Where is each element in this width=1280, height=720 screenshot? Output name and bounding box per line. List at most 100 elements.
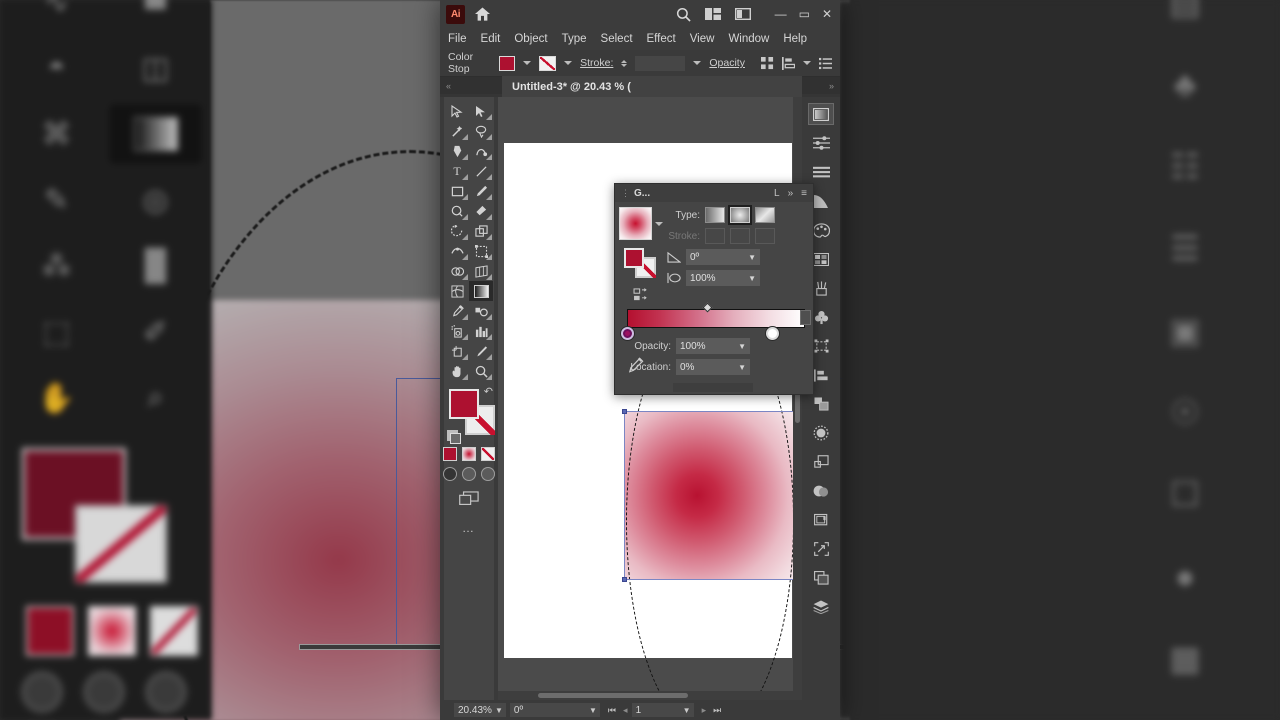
hand-tool[interactable] — [445, 361, 469, 381]
stroke-chevron-down-icon[interactable] — [564, 61, 573, 65]
first-artboard-button[interactable]: ⏮ — [608, 705, 616, 716]
align-icon[interactable] — [781, 56, 795, 70]
menu-item-view[interactable]: View — [690, 33, 715, 45]
last-artboard-button[interactable]: ⏭ — [713, 705, 721, 716]
rotation-field[interactable]: 0º ▼ — [509, 703, 600, 717]
collapse-left-icon[interactable]: « — [446, 81, 451, 91]
swap-fill-stroke-icon[interactable]: ↶ — [484, 385, 493, 398]
angle-chevron-down-icon[interactable]: ▼ — [748, 253, 756, 262]
artboard-tool[interactable] — [445, 341, 469, 361]
arrange-documents-icon[interactable] — [704, 8, 721, 20]
maximize-button[interactable]: ▭ — [799, 7, 810, 21]
align-chevron-down-icon[interactable] — [802, 61, 811, 65]
stop-opacity-field[interactable]: 100% ▼ — [676, 338, 750, 354]
artboard-number-field[interactable]: 1 ▼ — [631, 703, 694, 717]
search-icon[interactable] — [676, 7, 691, 22]
stroke-weight-field[interactable] — [635, 55, 686, 71]
rectangle-tool[interactable] — [445, 181, 469, 201]
gradient-start-stop[interactable] — [621, 327, 634, 340]
expand-panel-icon[interactable]: » — [788, 188, 794, 199]
close-button[interactable]: ✕ — [822, 7, 832, 21]
stroke-across-button[interactable] — [755, 228, 775, 244]
eraser-tool[interactable] — [469, 201, 493, 221]
opacity-label[interactable]: Opacity — [709, 57, 745, 69]
paintbrush-tool[interactable] — [469, 181, 493, 201]
artboard-chevron-down-icon[interactable]: ▼ — [683, 706, 691, 715]
slice-tool[interactable] — [469, 341, 493, 361]
gradient-preview-thumbnail[interactable] — [619, 207, 652, 240]
radial-gradient-button[interactable] — [728, 205, 752, 225]
gradient-end-stop[interactable] — [766, 327, 779, 340]
freeform-gradient-button[interactable] — [755, 207, 775, 223]
selection-tool[interactable] — [445, 101, 469, 121]
free-transform-tool[interactable] — [469, 241, 493, 261]
panel-drag-handle-icon[interactable]: ⋮ — [621, 188, 630, 199]
stroke-label[interactable]: Stroke: — [580, 57, 613, 69]
gradient-tool[interactable] — [469, 281, 493, 301]
properties-sliders-icon[interactable] — [808, 132, 834, 154]
asset-export-icon[interactable] — [808, 509, 834, 531]
pen-tool[interactable] — [445, 141, 469, 161]
document-setup-icon[interactable] — [808, 567, 834, 589]
column-graph-tool[interactable] — [469, 321, 493, 341]
color-mode-button[interactable] — [443, 447, 457, 461]
menu-item-type[interactable]: Type — [562, 33, 587, 45]
stroke-along-button[interactable] — [730, 228, 750, 244]
stroke-weight-chevron-down-icon[interactable] — [693, 61, 702, 65]
more-tools-button[interactable]: … — [462, 521, 476, 535]
menu-item-file[interactable]: File — [448, 33, 467, 45]
eyedropper-tool[interactable] — [445, 301, 469, 321]
gradient-angle-field[interactable]: 0º ▼ — [686, 249, 760, 265]
pathfinder-icon[interactable] — [808, 393, 834, 415]
fill-swatch[interactable] — [449, 389, 479, 419]
document-tab[interactable]: Untitled-3* @ 20.43 % ( — [502, 76, 802, 97]
panel-fill-swatch[interactable] — [624, 248, 644, 268]
delete-stop-button[interactable] — [800, 310, 811, 325]
home-icon[interactable] — [475, 7, 490, 21]
rotate-tool[interactable] — [445, 221, 469, 241]
menu-item-select[interactable]: Select — [601, 33, 633, 45]
stroke-stepper-down[interactable] — [621, 63, 628, 67]
fill-chevron-down-icon[interactable] — [523, 61, 532, 65]
type-tool[interactable]: T — [445, 161, 469, 181]
fill-color-swatch[interactable] — [498, 55, 516, 71]
panel-menu-icon[interactable]: ≡ — [801, 188, 807, 199]
rotation-chevron-down-icon[interactable]: ▼ — [589, 706, 597, 715]
stroke-sun-icon[interactable] — [808, 422, 834, 444]
perspective-grid-tool[interactable] — [469, 261, 493, 281]
none-mode-button[interactable] — [481, 447, 495, 461]
stroke-stepper-up[interactable] — [621, 59, 628, 63]
menu-item-effect[interactable]: Effect — [647, 33, 676, 45]
prev-artboard-button[interactable]: ◂ — [623, 705, 628, 716]
linear-gradient-button[interactable] — [705, 207, 725, 223]
magic-wand-tool[interactable] — [445, 121, 469, 141]
screen-mode-icon[interactable] — [459, 491, 479, 511]
artboards-icon[interactable] — [808, 451, 834, 473]
gradient-slider[interactable] — [627, 309, 805, 328]
shape-builder-tool[interactable] — [445, 261, 469, 281]
menu-item-help[interactable]: Help — [783, 33, 807, 45]
menu-item-edit[interactable]: Edit — [481, 33, 501, 45]
blend-tool[interactable] — [469, 301, 493, 321]
stroke-color-swatch[interactable] — [539, 55, 557, 71]
lasso-tool[interactable] — [469, 121, 493, 141]
menu-item-object[interactable]: Object — [514, 33, 547, 45]
aspect-chevron-down-icon[interactable]: ▼ — [748, 274, 756, 283]
location-chevron-down-icon[interactable]: ▼ — [738, 363, 746, 372]
gradient-mode-button[interactable] — [462, 447, 476, 461]
canvas-horizontal-scrollbar[interactable] — [498, 691, 793, 700]
mesh-tool[interactable] — [445, 281, 469, 301]
options-list-icon[interactable] — [818, 57, 832, 70]
gradient-aspect-field[interactable]: 100% ▼ — [686, 270, 760, 286]
draw-normal-button[interactable] — [443, 467, 457, 481]
stop-location-field[interactable]: 0% ▼ — [676, 359, 750, 375]
zoom-tool[interactable] — [469, 361, 493, 381]
line-segment-tool[interactable] — [469, 161, 493, 181]
opacity-chevron-down-icon[interactable]: ▼ — [738, 342, 746, 351]
default-fill-stroke-icon[interactable] — [447, 430, 461, 444]
appearance-icon[interactable] — [808, 480, 834, 502]
draw-inside-button[interactable] — [481, 467, 495, 481]
collapse-right-icon[interactable]: » — [829, 81, 834, 91]
shaper-tool[interactable] — [445, 201, 469, 221]
draw-behind-button[interactable] — [462, 467, 476, 481]
